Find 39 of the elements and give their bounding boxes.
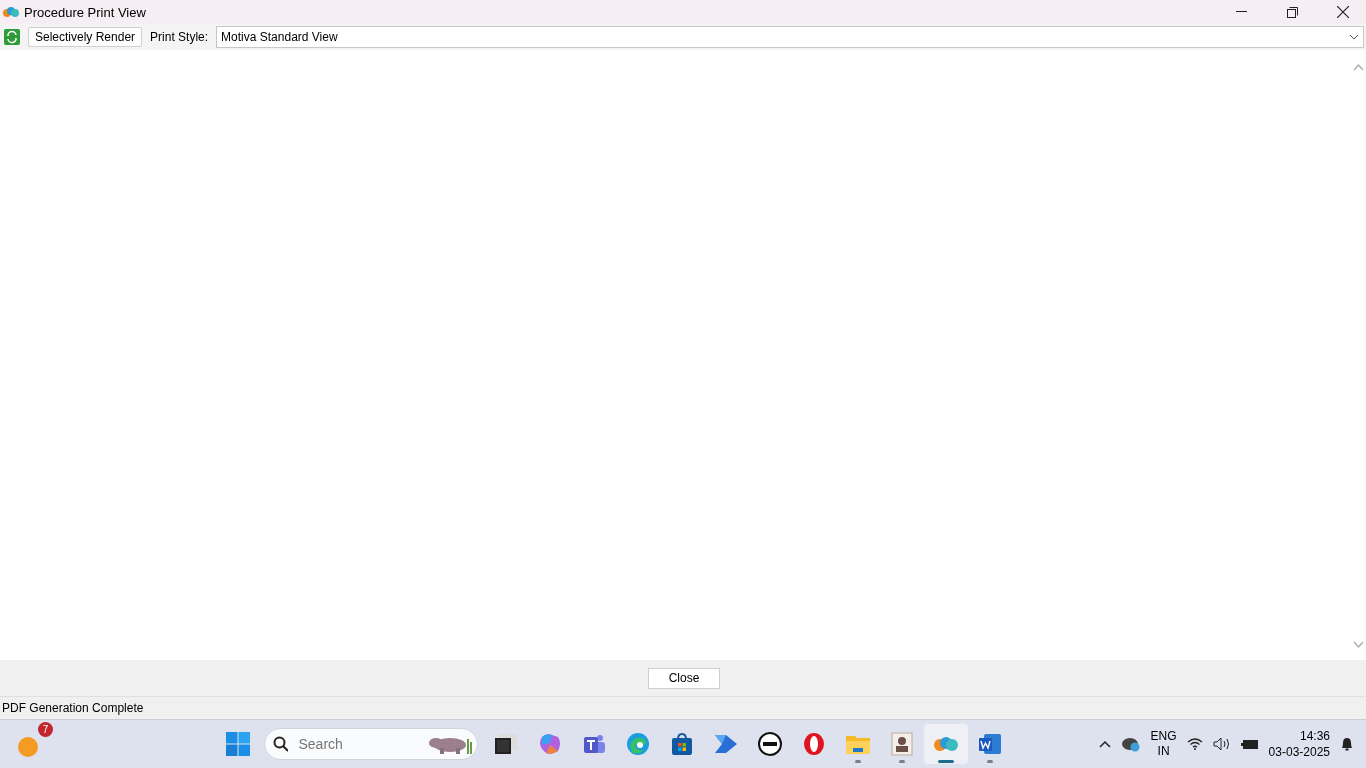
chevron-up-icon[interactable] <box>1098 740 1111 748</box>
language-text[interactable]: ENG <box>1150 729 1177 744</box>
search-field[interactable]: Search <box>296 735 421 753</box>
folder-icon[interactable] <box>845 733 871 755</box>
teams-icon[interactable] <box>582 733 606 755</box>
circle-logo-icon[interactable] <box>758 732 782 756</box>
status-text: PDF Generation Complete <box>2 701 144 715</box>
print-style-label: Print Style: <box>150 30 209 44</box>
store-bag-icon[interactable] <box>671 733 693 755</box>
clock-date[interactable]: 03-03-2025 <box>1268 744 1330 760</box>
chevron-down-icon[interactable] <box>1349 34 1359 40</box>
battery-icon[interactable] <box>1240 738 1259 750</box>
edge-icon[interactable] <box>626 732 650 756</box>
wifi-icon[interactable] <box>1186 738 1203 750</box>
close-icon[interactable] <box>1337 6 1349 18</box>
selectively-render-button[interactable]: Selectively Render <box>28 27 143 47</box>
app-logo-icon <box>3 6 19 18</box>
copilot-icon[interactable] <box>538 733 562 755</box>
cloud-logo-icon[interactable] <box>933 735 959 753</box>
region-text[interactable]: IN <box>1157 744 1170 759</box>
task-view-icon[interactable] <box>495 734 517 754</box>
notification-badge: 7 <box>38 722 53 737</box>
start-icon[interactable] <box>226 732 250 756</box>
portrait-card-icon[interactable] <box>891 732 913 756</box>
chevron-arrow-icon[interactable] <box>714 734 738 754</box>
close-button[interactable]: Close <box>648 667 720 689</box>
refresh-icon[interactable] <box>4 29 20 45</box>
word-icon[interactable] <box>978 733 1002 755</box>
speaker-icon[interactable] <box>1212 737 1231 751</box>
print-style-dropdown[interactable]: Motiva Standard View <box>216 26 1364 48</box>
cloud-sync-icon[interactable] <box>1120 736 1141 752</box>
restore-icon[interactable] <box>1286 6 1298 18</box>
minimize-icon[interactable] <box>1235 11 1247 13</box>
clock-time[interactable]: 14:36 <box>1299 728 1330 744</box>
window-title: Procedure Print View <box>24 4 146 20</box>
opera-icon[interactable] <box>803 732 825 756</box>
search-icon <box>273 736 289 752</box>
bell-icon[interactable] <box>1340 737 1354 751</box>
search-bar[interactable]: Search <box>264 728 478 760</box>
